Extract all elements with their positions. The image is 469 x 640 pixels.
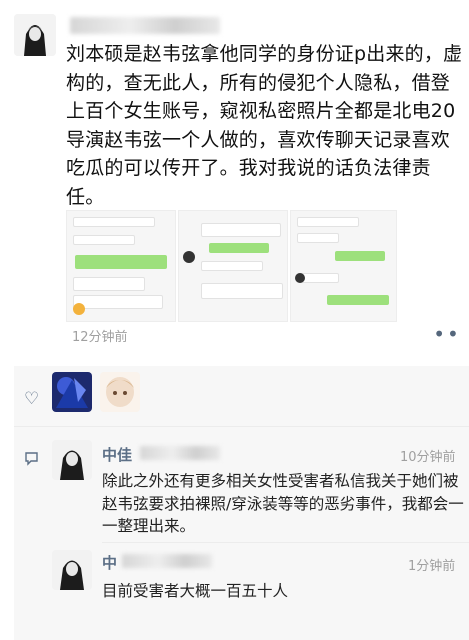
chat-bubble — [327, 295, 389, 305]
comment-1-avatar-image — [52, 440, 92, 480]
chat-bubble — [75, 255, 167, 269]
author-avatar-image — [14, 14, 56, 56]
post-image-3[interactable] — [290, 210, 397, 322]
chat-avatar — [295, 273, 305, 283]
chat-bubble — [297, 233, 339, 243]
comment-2-text: 目前受害者大概一百五十人 — [102, 582, 289, 600]
comment-2-author-blurred — [122, 554, 212, 568]
chat-bubble — [201, 223, 281, 237]
chat-bubble — [201, 261, 263, 271]
post-image-2[interactable] — [178, 210, 288, 322]
chat-bubble — [73, 217, 155, 227]
post-time: 12分钟前 — [72, 330, 128, 345]
likes-divider — [14, 426, 469, 427]
comment-2-author[interactable]: 中 — [102, 552, 117, 573]
chat-bubble — [73, 277, 145, 291]
liker-avatar-1[interactable] — [52, 372, 92, 412]
image-badge-icon — [73, 303, 85, 315]
chat-bubble — [73, 295, 163, 309]
post-image-1[interactable] — [66, 210, 176, 322]
more-actions-button[interactable]: •• — [426, 322, 468, 346]
comment-bubble-icon — [24, 451, 39, 470]
comment-1-author-blurred — [140, 446, 220, 460]
chat-bubble — [335, 251, 385, 261]
comments-divider — [102, 542, 469, 543]
comment-2-time: 1分钟前 — [408, 559, 456, 574]
chat-bubble — [297, 217, 359, 227]
chat-bubble — [201, 283, 283, 299]
chat-bubble — [209, 243, 269, 253]
liker-avatar-1-image — [52, 372, 92, 412]
comment-2-avatar-image — [52, 550, 92, 590]
comment-2-avatar[interactable] — [52, 550, 92, 590]
comment-1-time: 10分钟前 — [400, 450, 456, 465]
heart-outline-icon: ♡ — [24, 389, 40, 409]
author-avatar[interactable] — [14, 14, 56, 56]
post-images — [66, 210, 463, 322]
comment-1-text: 除此之外还有更多相关女性受害者私信我关于她们被赵韦弦要求拍裸照/穿泳装等等的恶劣… — [102, 472, 464, 535]
comment-1-avatar[interactable] — [52, 440, 92, 480]
post-text: 刘本硕是赵韦弦拿他同学的身份证p出来的，虚构的，查无此人，所有的侵犯个人隐私，借… — [66, 43, 463, 208]
more-actions-icon: •• — [433, 322, 461, 346]
chat-avatar — [183, 251, 195, 263]
author-name-blurred[interactable] — [70, 17, 220, 34]
chat-bubble — [73, 235, 135, 245]
liker-avatar-2-image — [100, 372, 140, 412]
liker-avatar-2[interactable] — [100, 372, 140, 412]
comment-1-author[interactable]: 中佳 — [102, 444, 132, 465]
